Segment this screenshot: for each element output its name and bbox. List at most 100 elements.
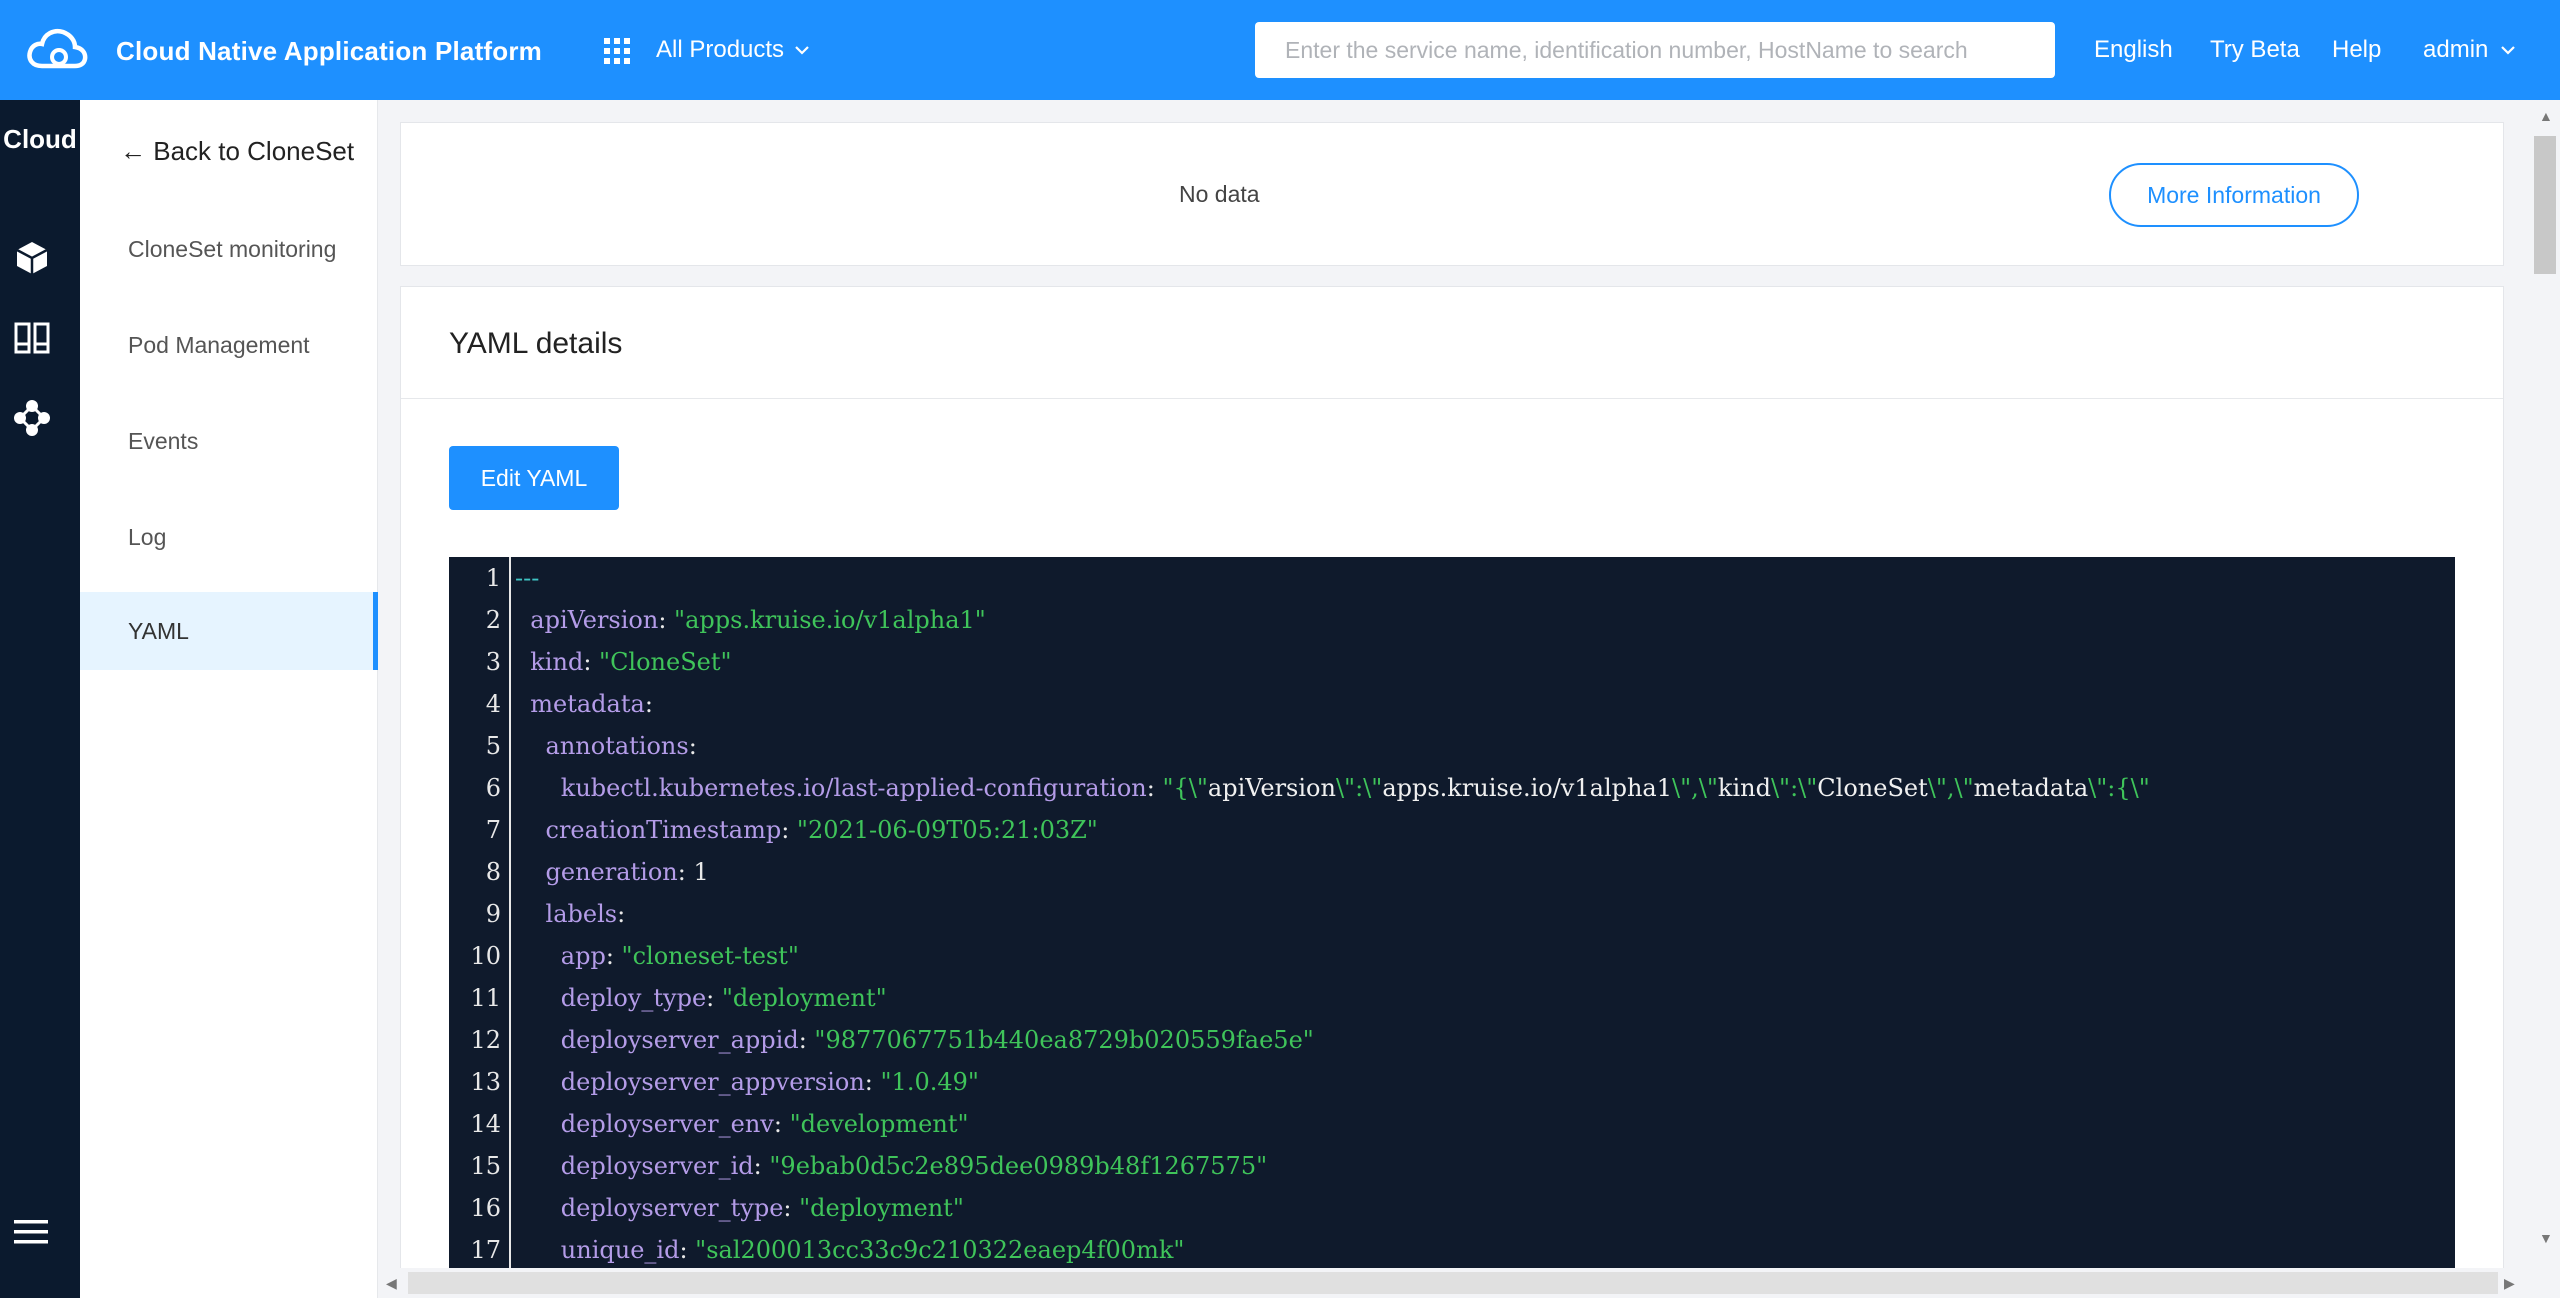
search-input[interactable] xyxy=(1255,22,2055,78)
yaml-details-title: YAML details xyxy=(449,327,623,360)
line-number: 8 xyxy=(485,858,501,886)
help-link[interactable]: Help xyxy=(2332,36,2381,64)
yaml-value: "1.0.49" xyxy=(880,1068,979,1096)
info-card: No data More Information xyxy=(400,122,2504,266)
code-line: kind: "CloneSet" xyxy=(530,648,732,676)
yaml-key: deploy_type xyxy=(560,984,707,1012)
nav-item-log[interactable]: Log xyxy=(80,498,378,576)
yaml-value: "deployment" xyxy=(721,984,887,1012)
line-number: 11 xyxy=(470,984,501,1012)
yaml-value: "apps.kruise.io/v1alpha1" xyxy=(674,606,986,634)
user-name: admin xyxy=(2423,36,2489,63)
chevron-down-icon xyxy=(2501,46,2516,55)
line-number: 16 xyxy=(470,1194,501,1222)
code-line: app: "cloneset-test" xyxy=(560,942,799,970)
line-number: 12 xyxy=(470,1026,501,1054)
line-number-gutter: 1 2 3 4 5 6 7 8 9 10 11 12 13 14 15 16 17 xyxy=(449,557,511,1277)
yaml-key: labels xyxy=(545,900,618,928)
scroll-down-icon[interactable]: ▼ xyxy=(2539,1230,2553,1246)
line-number: 14 xyxy=(470,1110,501,1138)
menu-icon[interactable] xyxy=(12,1212,52,1252)
code-line: deployserver_env: "development" xyxy=(560,1110,969,1138)
code-line: creationTimestamp: "2021-06-09T05:21:03Z… xyxy=(545,816,1098,844)
code-line: metadata: xyxy=(530,690,653,718)
edit-yaml-button[interactable]: Edit YAML xyxy=(449,446,619,510)
yaml-key: deployserver_appid xyxy=(560,1026,799,1054)
secondary-sidebar: ← Back to CloneSet CloneSet monitoring P… xyxy=(80,100,378,1298)
horizontal-scrollbar[interactable]: ◀ ▶ xyxy=(378,1268,2530,1298)
line-number: 9 xyxy=(485,900,501,928)
scroll-right-icon[interactable]: ▶ xyxy=(2504,1275,2515,1292)
nav-item-pod-management[interactable]: Pod Management xyxy=(80,306,378,384)
language-link[interactable]: English xyxy=(2094,36,2173,64)
nav-item-yaml[interactable]: YAML xyxy=(80,592,378,670)
scroll-up-icon[interactable]: ▲ xyxy=(2539,108,2553,124)
yaml-value: "9ebab0d5c2e895dee0989b48f1267575" xyxy=(769,1152,1268,1180)
code-line: --- xyxy=(515,564,540,592)
divider xyxy=(401,398,2503,399)
code-line: apiVersion: "apps.kruise.io/v1alpha1" xyxy=(530,606,986,634)
grid-icon[interactable] xyxy=(604,38,630,64)
yaml-key: creationTimestamp xyxy=(545,816,782,844)
no-data-text: No data xyxy=(1179,181,1260,207)
vertical-scroll-thumb[interactable] xyxy=(2534,136,2556,274)
line-number: 7 xyxy=(485,816,501,844)
line-number: 3 xyxy=(485,648,501,676)
columns-icon[interactable] xyxy=(12,318,52,358)
try-beta-link[interactable]: Try Beta xyxy=(2210,36,2300,64)
line-number: 13 xyxy=(470,1068,501,1096)
code-line: deployserver_appversion: "1.0.49" xyxy=(560,1068,979,1096)
line-number: 4 xyxy=(485,690,501,718)
user-menu[interactable]: admin xyxy=(2423,36,2516,64)
top-bar: Cloud Native Application Platform All Pr… xyxy=(0,0,2560,100)
code-line: unique_id: "sal200013cc33c9c210322eaep4f… xyxy=(560,1236,1185,1264)
line-number: 5 xyxy=(485,732,501,760)
nodes-icon[interactable] xyxy=(12,398,52,438)
rail-brand: Cloud xyxy=(3,124,77,154)
all-products-label: All Products xyxy=(656,36,785,63)
yaml-key: kind xyxy=(530,648,584,676)
left-rail: Cloud xyxy=(0,100,80,1298)
code-line: annotations: xyxy=(545,732,697,760)
vertical-scrollbar[interactable]: ▲ ▼ xyxy=(2530,100,2560,1268)
yaml-value: 1 xyxy=(693,858,709,886)
code-line: deployserver_type: "deployment" xyxy=(560,1194,964,1222)
code-line: deploy_type: "deployment" xyxy=(560,984,887,1012)
line-number: 15 xyxy=(470,1152,501,1180)
scroll-left-icon[interactable]: ◀ xyxy=(386,1275,397,1292)
more-information-button[interactable]: More Information xyxy=(2109,163,2359,227)
code-line: labels: xyxy=(545,900,626,928)
yaml-key: deployserver_type xyxy=(560,1194,784,1222)
code-line: kubectl.kubernetes.io/last-applied-confi… xyxy=(560,774,2150,802)
yaml-key: deployserver_id xyxy=(560,1152,754,1180)
yaml-key: kubectl.kubernetes.io/last-applied-confi… xyxy=(560,774,1147,802)
yaml-key: deployserver_appversion xyxy=(560,1068,865,1096)
code-line: generation: 1 xyxy=(545,858,709,886)
yaml-code-editor[interactable]: 1 2 3 4 5 6 7 8 9 10 11 12 13 14 15 16 17 --- apiVersion… xyxy=(449,557,2455,1277)
yaml-key: annotations xyxy=(545,732,689,760)
cloud-logo-icon[interactable] xyxy=(26,26,88,72)
yaml-value: "deployment" xyxy=(799,1194,964,1222)
nav-item-events[interactable]: Events xyxy=(80,402,378,480)
yaml-value: "development" xyxy=(789,1110,969,1138)
line-number: 6 xyxy=(485,774,501,802)
yaml-key: unique_id xyxy=(560,1236,680,1264)
yaml-key: metadata xyxy=(530,690,645,718)
line-number: 2 xyxy=(485,606,501,634)
line-number: 1 xyxy=(485,564,501,592)
code-line: deployserver_id: "9ebab0d5c2e895dee0989b… xyxy=(560,1152,1268,1180)
yaml-key: apiVersion xyxy=(530,606,659,634)
yaml-value: "9877067751b440ea8729b020559fae5e" xyxy=(814,1026,1314,1054)
yaml-value: "CloneSet" xyxy=(599,648,732,676)
yaml-key: generation xyxy=(545,858,678,886)
yaml-value: "2021-06-09T05:21:03Z" xyxy=(796,816,1098,844)
horizontal-scroll-thumb[interactable] xyxy=(408,1272,2498,1294)
chevron-down-icon xyxy=(795,46,809,55)
nav-item-cloneset-monitoring[interactable]: CloneSet monitoring xyxy=(80,210,378,288)
app-title[interactable]: Cloud Native Application Platform xyxy=(116,36,542,67)
cube-icon[interactable] xyxy=(12,238,52,278)
yaml-details-card: YAML details Edit YAML 1 2 3 4 5 6 7 8 9 10 11 12 13… xyxy=(400,286,2504,1286)
code-line: deployserver_appid: "9877067751b440ea872… xyxy=(560,1026,1314,1054)
back-to-cloneset-link[interactable]: ← Back to CloneSet xyxy=(120,136,354,167)
all-products-menu[interactable]: All Products xyxy=(656,36,810,64)
